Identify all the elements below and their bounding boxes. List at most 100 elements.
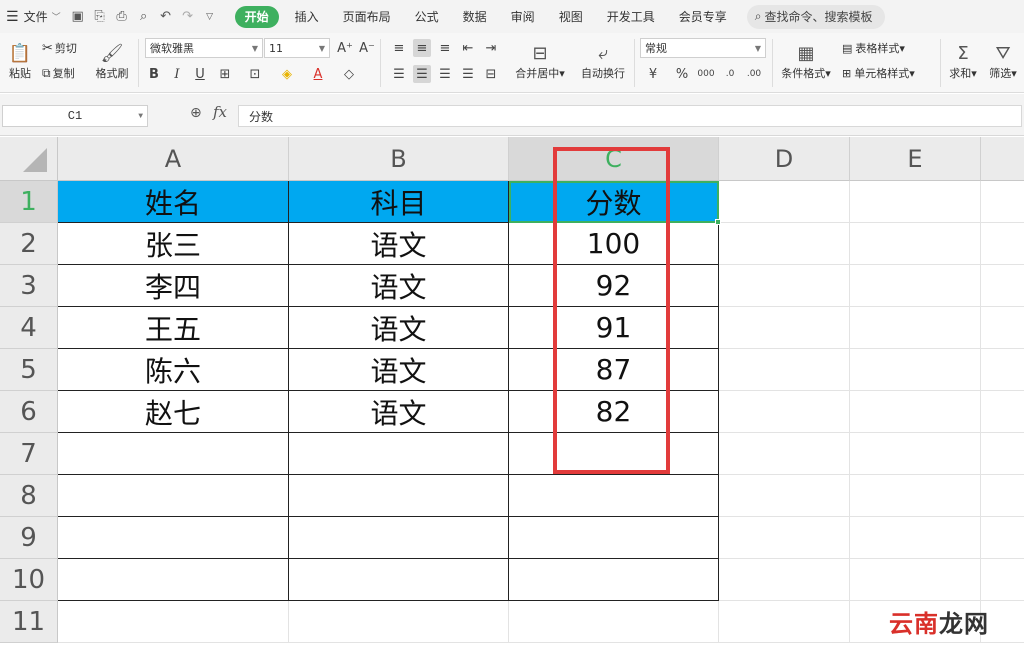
cell-d4[interactable] xyxy=(719,307,850,349)
column-header-f[interactable] xyxy=(981,137,1024,181)
cell-f7[interactable] xyxy=(981,433,1024,475)
cell-e4[interactable] xyxy=(850,307,981,349)
fill-handle[interactable] xyxy=(715,219,721,225)
cell-b8[interactable] xyxy=(289,475,509,517)
cell-d9[interactable] xyxy=(719,517,850,559)
column-header-b[interactable]: B xyxy=(289,137,509,181)
cell-d3[interactable] xyxy=(719,265,850,307)
currency-icon[interactable]: ¥ xyxy=(644,65,662,83)
select-all-button[interactable] xyxy=(0,137,58,181)
cell-f8[interactable] xyxy=(981,475,1024,517)
export-icon[interactable]: ⎘ xyxy=(89,0,111,33)
decrease-decimal-icon[interactable]: .00 xyxy=(745,65,763,83)
increase-decimal-icon[interactable]: .0 xyxy=(721,65,739,83)
file-menu-button[interactable]: ☰ 文件 ﹀ xyxy=(0,0,67,33)
cell-a8[interactable] xyxy=(58,475,289,517)
cell-f1[interactable] xyxy=(981,181,1024,223)
cell-c10[interactable] xyxy=(509,559,719,601)
cell-b6[interactable]: 语文 xyxy=(289,391,509,433)
clear-format-icon[interactable]: ◇ xyxy=(340,65,358,83)
font-name-select[interactable]: 微软雅黑 ▼ xyxy=(145,38,263,58)
sum-button[interactable]: Σ 求和▾ xyxy=(945,36,981,88)
row-header[interactable]: 11 xyxy=(0,601,58,643)
copy-button[interactable]: ⧉ 复制 xyxy=(42,64,75,82)
cell-e9[interactable] xyxy=(850,517,981,559)
row-header[interactable]: 7 xyxy=(0,433,58,475)
fill-color-icon[interactable]: ◈ xyxy=(278,65,296,83)
function-icon[interactable]: fx xyxy=(213,103,227,121)
cell-c6[interactable]: 82 xyxy=(509,391,719,433)
align-top-icon[interactable]: ≡ xyxy=(390,39,408,57)
cell-fill-icon[interactable]: ⊡ xyxy=(246,65,264,83)
cell-e10[interactable] xyxy=(850,559,981,601)
cell-d6[interactable] xyxy=(719,391,850,433)
cell-b3[interactable]: 语文 xyxy=(289,265,509,307)
cell-b9[interactable] xyxy=(289,517,509,559)
cell-d1[interactable] xyxy=(719,181,850,223)
filter-button[interactable]: ⛛ 筛选▾ xyxy=(984,36,1022,88)
command-search-box[interactable]: ⌕ 查找命令、搜索模板 xyxy=(746,4,885,29)
cell-a7[interactable] xyxy=(58,433,289,475)
merge-center-button[interactable]: ⊟ 合并居中▾ xyxy=(510,36,570,88)
zoom-icon[interactable]: ⊕ xyxy=(190,105,202,121)
tab-developer[interactable]: 开发工具 xyxy=(595,0,667,33)
cell-e8[interactable] xyxy=(850,475,981,517)
underline-icon[interactable]: U xyxy=(191,65,209,83)
cell-f9[interactable] xyxy=(981,517,1024,559)
align-bottom-icon[interactable]: ≡ xyxy=(436,39,454,57)
tab-formulas[interactable]: 公式 xyxy=(403,0,451,33)
cell-a2[interactable]: 张三 xyxy=(58,223,289,265)
cell-c1[interactable]: 分数 xyxy=(509,181,719,223)
cell-c4[interactable]: 91 xyxy=(509,307,719,349)
column-header-e[interactable]: E xyxy=(850,137,981,181)
cell-b5[interactable]: 语文 xyxy=(289,349,509,391)
cell-d2[interactable] xyxy=(719,223,850,265)
cell-d8[interactable] xyxy=(719,475,850,517)
cell-a11[interactable] xyxy=(58,601,289,643)
cell-b10[interactable] xyxy=(289,559,509,601)
thousands-icon[interactable]: 000 xyxy=(697,65,715,83)
row-header[interactable]: 1 xyxy=(0,181,58,223)
row-header[interactable]: 5 xyxy=(0,349,58,391)
align-right-icon[interactable]: ☰ xyxy=(436,65,454,83)
name-box[interactable]: C1 ▼ xyxy=(2,105,148,127)
align-left-icon[interactable]: ☰ xyxy=(390,65,408,83)
percent-icon[interactable]: % xyxy=(673,65,691,83)
cell-e7[interactable] xyxy=(850,433,981,475)
number-format-select[interactable]: 常规 ▼ xyxy=(640,38,766,58)
tab-page-layout[interactable]: 页面布局 xyxy=(331,0,403,33)
spreadsheet-grid[interactable]: A B C D E 1 2 3 4 5 6 7 8 9 10 11 姓名 科目 … xyxy=(0,137,1024,649)
tab-member[interactable]: 会员专享 xyxy=(667,0,739,33)
cell-a6[interactable]: 赵七 xyxy=(58,391,289,433)
tab-review[interactable]: 审阅 xyxy=(499,0,547,33)
distribute-icon[interactable]: ⊟ xyxy=(482,65,500,83)
column-header-a[interactable]: A xyxy=(58,137,289,181)
cell-c9[interactable] xyxy=(509,517,719,559)
cell-style-button[interactable]: ⊞ 单元格样式 ▾ xyxy=(842,64,915,82)
cell-b4[interactable]: 语文 xyxy=(289,307,509,349)
cell-e1[interactable] xyxy=(850,181,981,223)
cell-c2[interactable]: 100 xyxy=(509,223,719,265)
customize-dropdown-icon[interactable]: ▽ xyxy=(199,0,221,33)
cell-e6[interactable] xyxy=(850,391,981,433)
cell-b11[interactable] xyxy=(289,601,509,643)
tab-insert[interactable]: 插入 xyxy=(283,0,331,33)
decrease-font-icon[interactable]: A⁻ xyxy=(358,39,376,57)
cell-b1[interactable]: 科目 xyxy=(289,181,509,223)
indent-decrease-icon[interactable]: ⇤ xyxy=(459,39,477,57)
justify-icon[interactable]: ☰ xyxy=(459,65,477,83)
cell-a4[interactable]: 王五 xyxy=(58,307,289,349)
cell-e5[interactable] xyxy=(850,349,981,391)
font-color-icon[interactable]: A xyxy=(309,65,327,83)
print-preview-icon[interactable]: ⌕ xyxy=(133,0,155,33)
row-header[interactable]: 3 xyxy=(0,265,58,307)
border-icon[interactable]: ⊞ xyxy=(216,65,234,83)
row-header[interactable]: 9 xyxy=(0,517,58,559)
cell-f6[interactable] xyxy=(981,391,1024,433)
print-icon[interactable]: ⎙ xyxy=(111,0,133,33)
cell-c11[interactable] xyxy=(509,601,719,643)
tab-view[interactable]: 视图 xyxy=(547,0,595,33)
tab-home[interactable]: 开始 xyxy=(234,5,279,28)
cell-f10[interactable] xyxy=(981,559,1024,601)
cell-c3[interactable]: 92 xyxy=(509,265,719,307)
